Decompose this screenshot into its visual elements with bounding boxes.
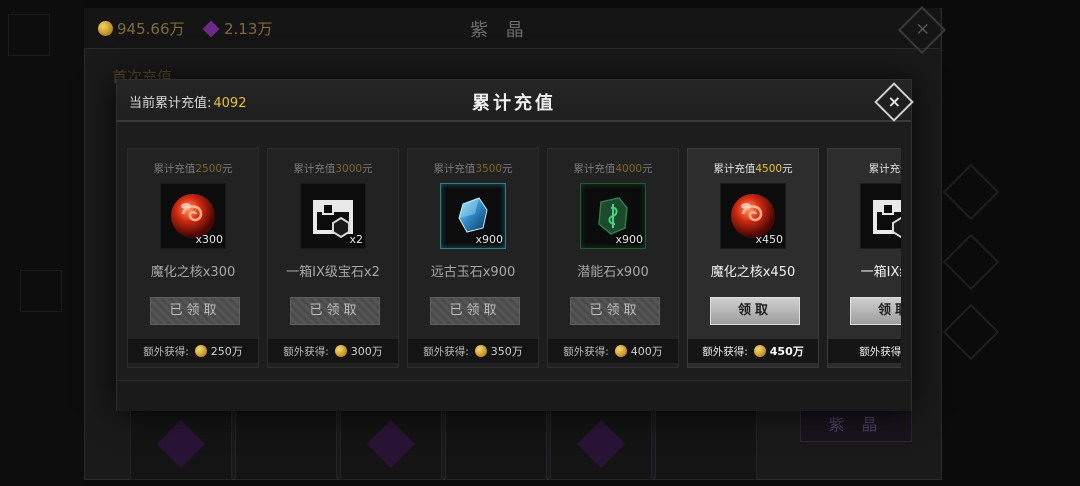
reward-item-slot[interactable]: x450: [720, 183, 786, 249]
recharge-requirement: 累计充值5: [828, 161, 901, 176]
bonus-label: 额外获得:: [423, 345, 469, 358]
gold-coin-icon: [753, 345, 766, 357]
background-title: 紫 晶: [470, 20, 530, 41]
background-item-cell: [550, 408, 652, 480]
close-icon: ×: [915, 18, 931, 40]
bonus-label: 额外获得:: [283, 345, 329, 358]
requirement-amount: 4500: [755, 163, 783, 175]
gold-currency: 945.66万: [98, 18, 185, 39]
bonus-amount: 300万: [350, 345, 383, 358]
purple-crystal-icon: [366, 419, 416, 469]
cumulative-recharge-dialog: 当前累计充值: 4092 累计充值 × 累计充值2500元 x300 魔化之核x300…: [116, 79, 914, 411]
claimed-button[interactable]: 已领取: [430, 297, 520, 325]
reward-card: 累计充值4500元 x450 魔化之核x450 领取额外获得: 450万: [687, 148, 819, 368]
item-quantity: x900: [475, 233, 503, 246]
claimed-button[interactable]: 已领取: [570, 297, 660, 325]
reward-item-name: 一箱IX级宝石x2: [286, 265, 380, 280]
requirement-prefix: 累计充值: [573, 163, 616, 175]
reward-item-name: 潜能石x900: [577, 265, 649, 280]
gold-coin-icon: [194, 345, 207, 357]
purple-gem-icon: [202, 20, 220, 37]
background-item-cell: [340, 408, 442, 480]
background-left-strip: [0, 0, 84, 486]
requirement-unit: 元: [502, 163, 513, 175]
background-item-cell: [130, 408, 232, 480]
gold-coin-icon: [334, 345, 347, 357]
bonus-reward: 额外获得: 250万: [128, 339, 258, 363]
gem-currency: 2.13万: [202, 18, 272, 39]
dialog-title: 累计充值: [472, 93, 556, 114]
recharge-requirement: 累计充值3500元: [408, 161, 538, 176]
requirement-prefix: 累计充值: [868, 163, 901, 175]
gem-amount: 2.13万: [224, 20, 273, 38]
reward-item-name: 一箱IX级宝: [860, 265, 901, 280]
gold-amount: 945.66万: [117, 20, 185, 38]
bonus-amount: 350万: [490, 345, 523, 358]
bonus-amount: 450万: [769, 345, 804, 358]
reward-card: 累计充值2500元 x300 魔化之核x300 已领取额外获得: 250万: [127, 148, 259, 368]
reward-item-slot[interactable]: x2: [300, 183, 366, 249]
bonus-reward: 额外获得: 450万: [688, 339, 818, 363]
gold-coin-icon: [614, 345, 627, 357]
reward-item-slot[interactable]: x300: [160, 183, 226, 249]
requirement-prefix: 累计充值: [433, 163, 476, 175]
recharge-requirement: 累计充值4000元: [548, 161, 678, 176]
bonus-reward: 额外获得: 350万: [408, 339, 538, 363]
gold-coin-icon: [98, 21, 113, 36]
reward-item-slot[interactable]: x900: [440, 183, 506, 249]
reward-list[interactable]: 累计充值2500元 x300 魔化之核x300 已领取 额外获得: 250万 累计充值300…: [127, 144, 901, 378]
claimed-button[interactable]: 已领取: [150, 297, 240, 325]
item-quantity: x900: [615, 233, 643, 246]
claim-button[interactable]: 领取: [850, 297, 901, 325]
item-quantity: x450: [755, 233, 783, 246]
bonus-reward: 额外获得: 400万: [548, 339, 678, 363]
background-item-cell: [655, 408, 757, 480]
reward-item-slot[interactable]: [860, 183, 901, 249]
purple-crystal-icon: [576, 419, 626, 469]
requirement-prefix: 累计充值: [153, 163, 196, 175]
bonus-amount: 250万: [210, 345, 243, 358]
background-item-cell: [445, 408, 547, 480]
bonus-amount: 400万: [630, 345, 663, 358]
bonus-label: 额外获得:: [563, 345, 609, 358]
requirement-prefix: 累计充值: [713, 163, 756, 175]
dialog-footer: [117, 380, 911, 411]
recharge-requirement: 累计充值2500元: [128, 161, 258, 176]
reward-card: 累计充值3500元 x900 远古玉石x900 已领取额外获得: 350万: [407, 148, 539, 368]
recharge-requirement: 累计充值3000元: [268, 161, 398, 176]
reward-item-name: 魔化之核x450: [710, 265, 796, 280]
requirement-amount: 2500: [195, 163, 223, 175]
requirement-unit: 元: [642, 163, 653, 175]
purple-crystal-icon: [156, 419, 206, 469]
claimed-button[interactable]: 已领取: [290, 297, 380, 325]
requirement-unit: 元: [782, 163, 793, 175]
reward-item-name: 魔化之核x300: [150, 265, 236, 280]
requirement-amount: 3000: [335, 163, 363, 175]
reward-card: 累计充值5 一箱IX级宝领取额外获得:: [827, 148, 901, 368]
gem-chest-icon: [861, 184, 901, 252]
requirement-unit: 元: [222, 163, 233, 175]
gold-coin-icon: [474, 345, 487, 357]
reward-card: 累计充值3000元 x2 一箱IX级宝石x2 已领取额外获得: 300万: [267, 148, 399, 368]
reward-card: 累计充值4000元 x900 潜能石x900 已领取额外获得: 400万: [547, 148, 679, 368]
reward-item-slot[interactable]: x900: [580, 183, 646, 249]
background-item-cell: [235, 408, 337, 480]
close-icon: ×: [887, 92, 902, 112]
requirement-prefix: 累计充值: [293, 163, 336, 175]
recharge-requirement: 累计充值4500元: [688, 161, 818, 176]
requirement-amount: 3500: [475, 163, 503, 175]
requirement-unit: 元: [362, 163, 373, 175]
bonus-label: 额外获得:: [702, 345, 748, 358]
item-quantity: x300: [195, 233, 223, 246]
bonus-reward: 额外获得:: [828, 339, 901, 363]
dialog-header: 当前累计充值: 4092 累计充值 ×: [117, 80, 914, 122]
background-right-strip: [942, 150, 1000, 470]
bonus-label: 额外获得:: [143, 345, 189, 358]
claim-button[interactable]: 领取: [710, 297, 800, 325]
reward-item-name: 远古玉石x900: [430, 265, 516, 280]
requirement-amount: 4000: [615, 163, 643, 175]
bonus-label: 额外获得:: [859, 345, 901, 358]
item-quantity: x2: [349, 233, 363, 246]
bonus-reward: 额外获得: 300万: [268, 339, 398, 363]
